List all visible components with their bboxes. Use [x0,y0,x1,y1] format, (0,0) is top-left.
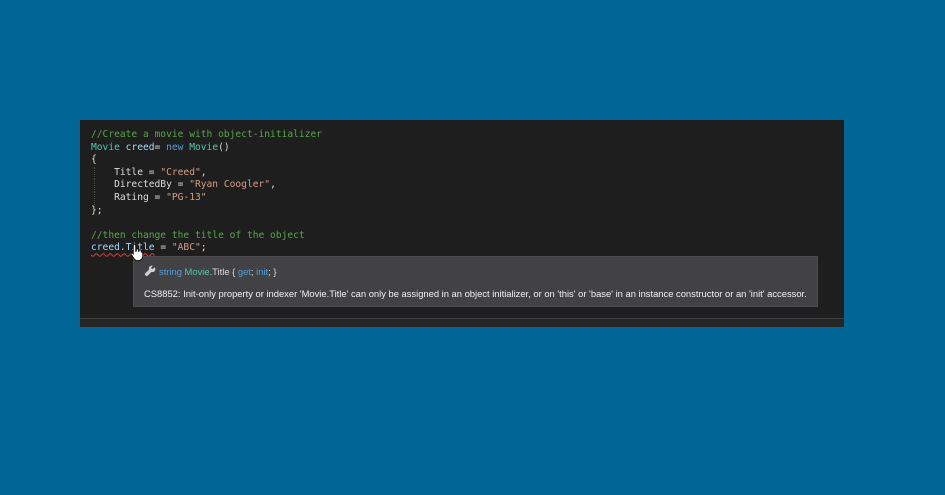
code-token: "PG-13" [166,191,207,203]
code-line[interactable]: Title = "Creed", [91,166,322,180]
tooltip-signature: string Movie .Title { get ; init ; } [144,264,276,278]
code-line[interactable]: creed.Title = "ABC"; [91,242,322,255]
indent-guide [94,179,95,192]
indent-guide [94,166,95,180]
code-text[interactable]: //Create a movie with object-initializer… [91,129,322,255]
editor-status-strip [80,318,844,327]
code-token: "Creed" [160,166,201,178]
code-token: }; [91,204,103,216]
code-token: "ABC" [171,242,201,254]
code-line[interactable]: //then change the title of the object [91,230,322,243]
tooltip-error-message: CS8852: Init-only property or indexer 'M… [144,288,807,299]
code-token: new [166,141,184,153]
wrench-icon [144,265,156,277]
code-token: , [200,166,207,178]
code-token: Rating = [91,191,167,203]
code-line[interactable]: { [91,154,322,167]
hand-cursor-icon [130,243,144,261]
tooltip-init-keyword: init [256,265,269,277]
tooltip-type-keyword: string [159,265,182,277]
code-token: //then change the title of the object [91,229,305,241]
code-token: //Create a movie with object-initializer [91,129,323,140]
tooltip-member-name: .Title { [209,265,238,277]
code-token: creed [119,141,155,153]
code-token: { [91,154,97,166]
code-token: = [154,242,172,254]
tooltip-class-name: Movie [184,265,210,277]
code-line[interactable]: }; [91,205,322,218]
code-token: , [270,179,276,191]
tooltip-get-keyword: get [237,265,251,277]
code-token: DirectedBy = [91,179,190,191]
code-line[interactable]: //Create a movie with object-initializer [91,129,322,142]
code-token: = [154,141,167,153]
code-token: Title = [91,166,161,178]
indent-guide [94,191,95,205]
code-token: Movie [189,141,219,153]
code-token: () [218,141,230,153]
code-token: Movie [91,141,120,153]
quick-info-tooltip: string Movie .Title { get ; init ; } CS8… [133,256,818,307]
code-token: "Ryan Coogler" [189,179,271,191]
tooltip-signature-end: ; } [268,265,277,277]
code-token: ; [200,242,207,254]
error-token: creed.Title [91,242,155,254]
code-line[interactable]: Movie creed= new Movie() [91,142,322,155]
code-line[interactable]: Rating = "PG-13" [91,191,322,205]
code-line[interactable]: DirectedBy = "Ryan Coogler", [91,179,322,192]
code-line[interactable] [91,217,322,230]
